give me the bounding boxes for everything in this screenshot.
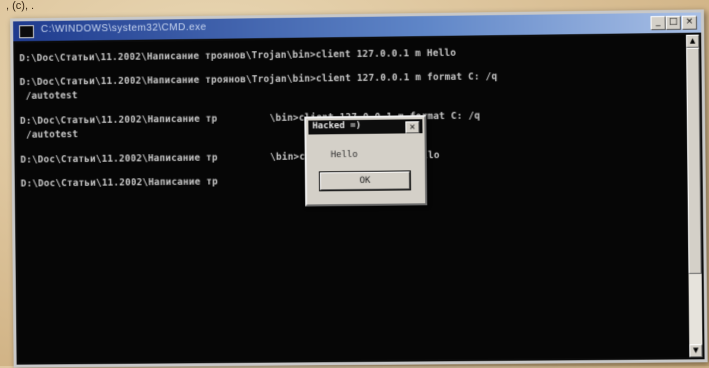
console-window: C:\WINDOWS\system32\CMD.exe _ □ × D:\Doc… [10, 9, 708, 368]
message-box-close-button[interactable]: × [405, 121, 420, 134]
close-button[interactable]: × [681, 15, 698, 30]
ok-button[interactable]: OK [318, 170, 412, 192]
message-box-title-bar[interactable]: Hacked =) × [308, 119, 423, 135]
message-box-title: Hacked =) [312, 120, 362, 132]
maximize-button[interactable]: □ [665, 15, 681, 31]
console-line: /autotest [19, 90, 78, 102]
message-box: Hacked =) × Hello OK [304, 115, 428, 207]
vertical-scrollbar[interactable]: ▲ ▼ [686, 34, 703, 358]
console-line: /autotest [20, 129, 79, 141]
console-line: D:\Doc\Статьи\11.2002\Написание троянов\… [19, 47, 457, 65]
console-line: D:\Doc\Статьи\11.2002\Написание тр [20, 176, 219, 190]
scroll-down-icon[interactable]: ▼ [689, 344, 703, 358]
scroll-thumb[interactable] [686, 47, 702, 274]
console-line: D:\Doc\Статьи\11.2002\Написание троянов\… [19, 71, 498, 89]
message-text: Hello [330, 149, 358, 161]
window-title: C:\WINDOWS\system32\CMD.exe [40, 21, 207, 35]
cmd-icon [19, 25, 35, 39]
screenshot-photo: C:\WINDOWS\system32\CMD.exe _ □ × D:\Doc… [10, 9, 708, 368]
page-caption: , (c), . [6, 0, 35, 12]
scroll-up-icon[interactable]: ▲ [686, 34, 700, 48]
minimize-button[interactable]: _ [650, 15, 666, 31]
